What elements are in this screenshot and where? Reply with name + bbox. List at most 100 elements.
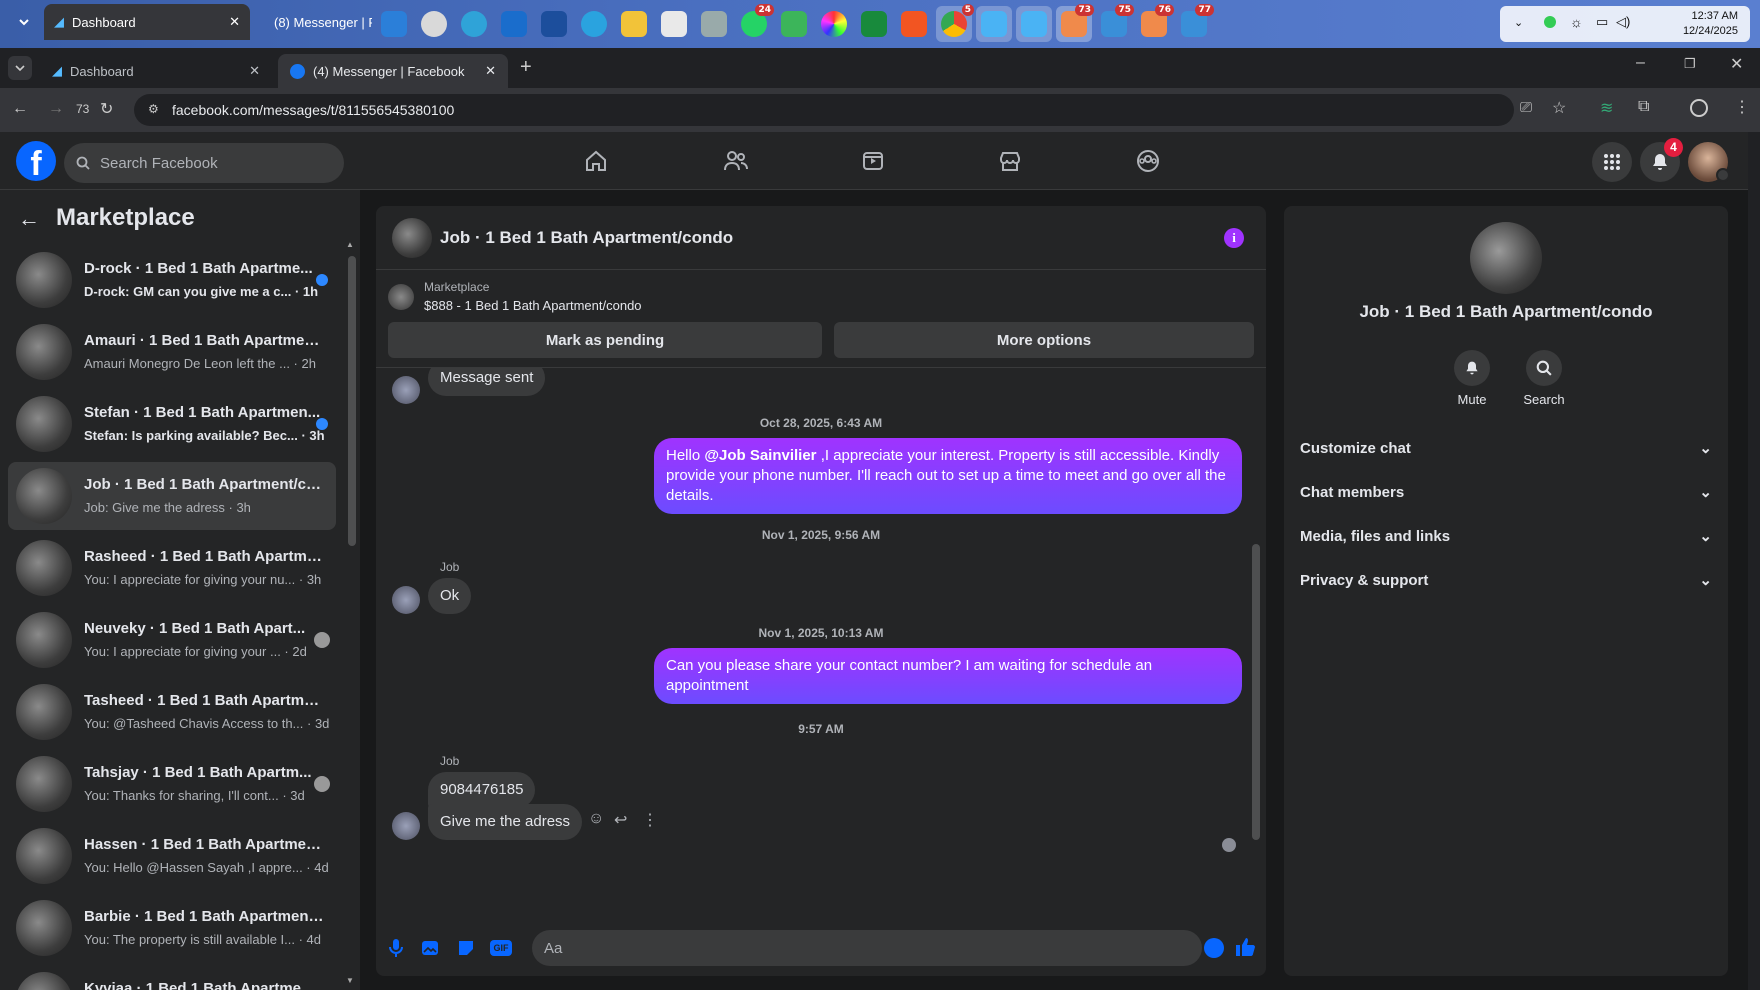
privacy-support-row[interactable]: Privacy & support ⌄ [1300, 560, 1712, 600]
site-info-icon[interactable]: ⚙ [148, 102, 159, 116]
clock-date[interactable]: 12/24/2025 [1660, 25, 1738, 37]
message-bubble-outgoing[interactable]: Can you please share your contact number… [654, 648, 1242, 704]
message-input[interactable]: Aa [532, 930, 1202, 966]
message-bubble[interactable]: Message sent [428, 368, 546, 396]
file-explorer-icon[interactable] [616, 6, 652, 42]
close-icon[interactable]: ✕ [249, 63, 260, 79]
chat-title[interactable]: Job · 1 Bed 1 Bath Apartment/condo [440, 228, 733, 248]
microphone-icon[interactable] [388, 938, 404, 958]
back-arrow-icon[interactable]: ← [18, 206, 40, 232]
conversation-item[interactable]: Tahsjay · 1 Bed 1 Bath Apartm... You: Tha… [8, 750, 336, 818]
conversation-item[interactable]: Tasheed · 1 Bed 1 Bath Apartmen... You: @… [8, 678, 336, 746]
message-bubble-outgoing[interactable]: Hello @Job Sainvilier ,I appreciate your… [654, 438, 1242, 514]
scroll-up-icon[interactable]: ▲ [346, 240, 354, 249]
watch-nav-icon[interactable] [853, 146, 893, 176]
sail-app-icon-2[interactable] [1016, 6, 1052, 42]
chevron-up-icon[interactable]: ⌄ [1514, 16, 1523, 29]
extensions-puzzle-icon[interactable]: ⧉ [1638, 98, 1649, 116]
reload-button[interactable]: ↻ [100, 99, 113, 119]
message-bubble[interactable]: Give me the adress [428, 804, 583, 840]
reply-icon[interactable]: ↩ [614, 810, 627, 830]
listing-thumbnail[interactable] [388, 284, 414, 310]
chat-members-row[interactable]: Chat members ⌄ [1300, 472, 1712, 512]
facebook-logo-icon[interactable]: f [16, 141, 56, 181]
emoji-icon[interactable] [1204, 938, 1224, 958]
mark-as-pending-button[interactable]: Mark as pending [388, 322, 822, 358]
mention[interactable]: @Job Sainvilier [704, 447, 816, 464]
media-files-links-row[interactable]: Media, files and links ⌄ [1300, 516, 1712, 556]
restore-button[interactable]: ❐ [1684, 56, 1696, 72]
conversation-item[interactable]: Hassen · 1 Bed 1 Bath Apartment... You: H… [8, 822, 336, 890]
search-input[interactable]: Search Facebook [64, 143, 344, 183]
tools-icon[interactable] [696, 6, 732, 42]
color-app-icon[interactable] [816, 6, 852, 42]
infinity-app-icon[interactable] [856, 6, 892, 42]
edge-icon[interactable] [456, 6, 492, 42]
app-73-icon[interactable]: 73 [1056, 4, 1094, 42]
chat-scrollbar[interactable] [1252, 544, 1260, 840]
telegram-icon[interactable] [576, 6, 612, 42]
info-icon[interactable]: i [1224, 228, 1244, 248]
conversation-item[interactable]: Stefan · 1 Bed 1 Bath Apartmen... Stefan:… [8, 390, 336, 458]
photo-icon[interactable] [420, 938, 440, 958]
tab-search-button[interactable] [8, 56, 32, 80]
message-bubble[interactable]: 9084476185 [428, 772, 536, 808]
tab-messenger[interactable]: (4) Messenger | Facebook ✕ [278, 54, 508, 88]
url-bar[interactable]: ⚙ facebook.com/messages/t/81155654538010… [134, 94, 1514, 126]
search-app-icon[interactable] [416, 6, 452, 42]
react-emoji-icon[interactable]: ☺ [588, 810, 604, 828]
account-chevron-icon[interactable] [1716, 168, 1730, 182]
volume-icon[interactable]: ◁) [1616, 14, 1630, 30]
conversation-item[interactable]: Rasheed · 1 Bed 1 Bath Apartme... You: I … [8, 534, 336, 602]
sail-app-icon[interactable] [976, 6, 1012, 42]
conversation-item[interactable]: Job · 1 Bed 1 Bath Apartment/co... Job: G… [8, 462, 336, 530]
whatsapp-icon[interactable]: 24 [736, 4, 774, 42]
conversation-item[interactable]: Kyviaa · 1 Bed 1 Bath Apartme... [8, 966, 336, 990]
outlook-icon[interactable] [496, 6, 532, 42]
windows-start-icon[interactable] [376, 6, 412, 42]
notepad-icon[interactable] [656, 6, 692, 42]
brightness-icon[interactable]: ☼ [1570, 14, 1583, 30]
back-button[interactable]: ← [12, 100, 28, 118]
menu-kebab-icon[interactable]: ⋮ [1734, 97, 1750, 117]
groups-nav-icon[interactable] [1128, 146, 1168, 176]
listing-title[interactable]: $888 - 1 Bed 1 Bath Apartment/condo [424, 298, 642, 313]
lock-app-icon[interactable] [776, 6, 812, 42]
menu-grid-button[interactable] [1592, 142, 1632, 182]
app-75-icon[interactable]: 75 [1096, 4, 1134, 42]
close-window-button[interactable]: ✕ [1730, 54, 1743, 74]
tab-list-button[interactable] [12, 4, 36, 40]
conversation-item[interactable]: Neuveky · 1 Bed 1 Bath Apart... You: I ap… [8, 606, 336, 674]
outer-tab-messenger[interactable]: (8) Messenger | Fac [256, 4, 372, 40]
sticker-icon[interactable] [456, 938, 476, 958]
mute-button[interactable] [1454, 350, 1490, 386]
gif-icon[interactable]: GIF [490, 940, 512, 956]
brave-icon[interactable] [896, 6, 932, 42]
minimize-button[interactable]: – [1636, 54, 1645, 72]
forward-button[interactable]: → [48, 100, 64, 118]
network-status-icon[interactable] [1544, 16, 1556, 28]
tab-dashboard[interactable]: ◢ Dashboard ✕ [40, 54, 272, 88]
close-icon[interactable]: ✕ [229, 14, 240, 30]
more-actions-icon[interactable]: ⋮ [642, 810, 658, 830]
sidebar-scrollbar[interactable] [348, 256, 356, 546]
customize-chat-row[interactable]: Customize chat ⌄ [1300, 428, 1712, 468]
bookmark-star-icon[interactable]: ☆ [1552, 98, 1566, 118]
chrome-icon[interactable]: 5 [936, 4, 974, 42]
store-icon[interactable] [536, 6, 572, 42]
scroll-down-icon[interactable]: ▼ [346, 976, 354, 985]
extension-icon[interactable]: ≋ [1600, 98, 1613, 118]
page-scrollbar[interactable] [1748, 132, 1760, 990]
chat-avatar[interactable] [392, 218, 432, 258]
app-76-icon[interactable]: 76 [1136, 4, 1174, 42]
profile-icon[interactable] [1690, 99, 1708, 117]
more-options-button[interactable]: More options [834, 322, 1254, 358]
clock-time[interactable]: 12:37 AM [1660, 10, 1738, 22]
display-icon[interactable]: ▭ [1596, 14, 1608, 30]
conversation-item[interactable]: D-rock · 1 Bed 1 Bath Apartme... D-rock: … [8, 246, 336, 314]
conversation-item[interactable]: Barbie · 1 Bed 1 Bath Apartment/... You: … [8, 894, 336, 962]
search-in-chat-button[interactable] [1526, 350, 1562, 386]
new-tab-button[interactable]: + [520, 56, 532, 79]
thumbs-up-icon[interactable] [1234, 936, 1256, 958]
marketplace-nav-icon[interactable] [990, 146, 1030, 176]
